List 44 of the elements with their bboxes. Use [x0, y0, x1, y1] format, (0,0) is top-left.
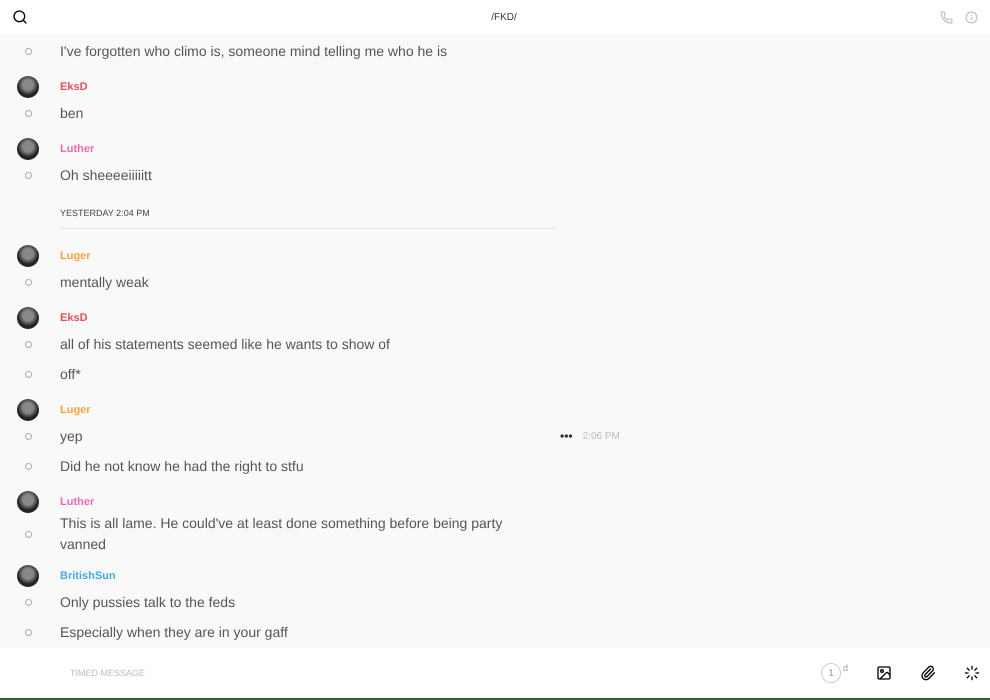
message-text: Especially when they are in your gaff: [60, 622, 289, 642]
status-icon: [25, 370, 32, 378]
message-text: I've forgotten who climo is, someone mind telling me who he is: [60, 42, 448, 61]
avatar[interactable]: [17, 491, 39, 513]
author-name[interactable]: Luther: [60, 143, 94, 155]
author-name[interactable]: EksD: [60, 312, 88, 324]
author-name[interactable]: Luger: [60, 404, 91, 416]
status-icon: [25, 340, 32, 348]
author-name[interactable]: Luger: [60, 250, 91, 262]
status-icon: [25, 432, 32, 440]
author-name[interactable]: BritishSun: [60, 570, 116, 582]
image-icon[interactable]: [876, 665, 892, 681]
message-text: off*: [60, 364, 82, 384]
avatar[interactable]: [17, 399, 39, 421]
message-time: 2:06 PM: [582, 430, 620, 442]
more-icon[interactable]: •••: [560, 429, 573, 443]
chat-title: /FKD/: [490, 12, 518, 22]
status-icon: [25, 110, 32, 116]
status-icon: [25, 48, 32, 54]
message-text: ben: [60, 104, 84, 122]
avatar[interactable]: [17, 245, 39, 267]
avatar[interactable]: [17, 138, 39, 160]
avatar[interactable]: [17, 76, 39, 98]
message-text: yep: [60, 426, 84, 446]
message-input[interactable]: TIMED MESSAGE: [68, 667, 793, 679]
date-divider: YESTERDAY 2:04 PM: [60, 208, 556, 229]
status-icon: [25, 462, 32, 470]
message-text: Did he not know he had the right to stfu: [60, 456, 305, 476]
status-icon: [25, 530, 32, 538]
author-name[interactable]: Luther: [60, 496, 94, 508]
author-name[interactable]: EksD: [60, 81, 88, 93]
paperclip-icon[interactable]: [920, 665, 936, 681]
status-icon: [25, 628, 32, 636]
search-icon[interactable]: [12, 9, 28, 25]
avatar[interactable]: [17, 565, 39, 587]
message-text: This is all lame. He could've at least done something before being party vanned: [60, 514, 504, 554]
message-text: Only pussies talk to the feds: [60, 592, 236, 612]
message-text: Oh sheeeeiiiiitt: [60, 166, 153, 184]
message-text: all of his statements seemed like he wants to show of: [60, 334, 391, 354]
message-text: mentally weak: [60, 272, 150, 292]
avatar[interactable]: [17, 307, 39, 329]
status-icon: [25, 172, 32, 178]
status-icon: [25, 598, 32, 606]
status-icon: [25, 278, 32, 286]
